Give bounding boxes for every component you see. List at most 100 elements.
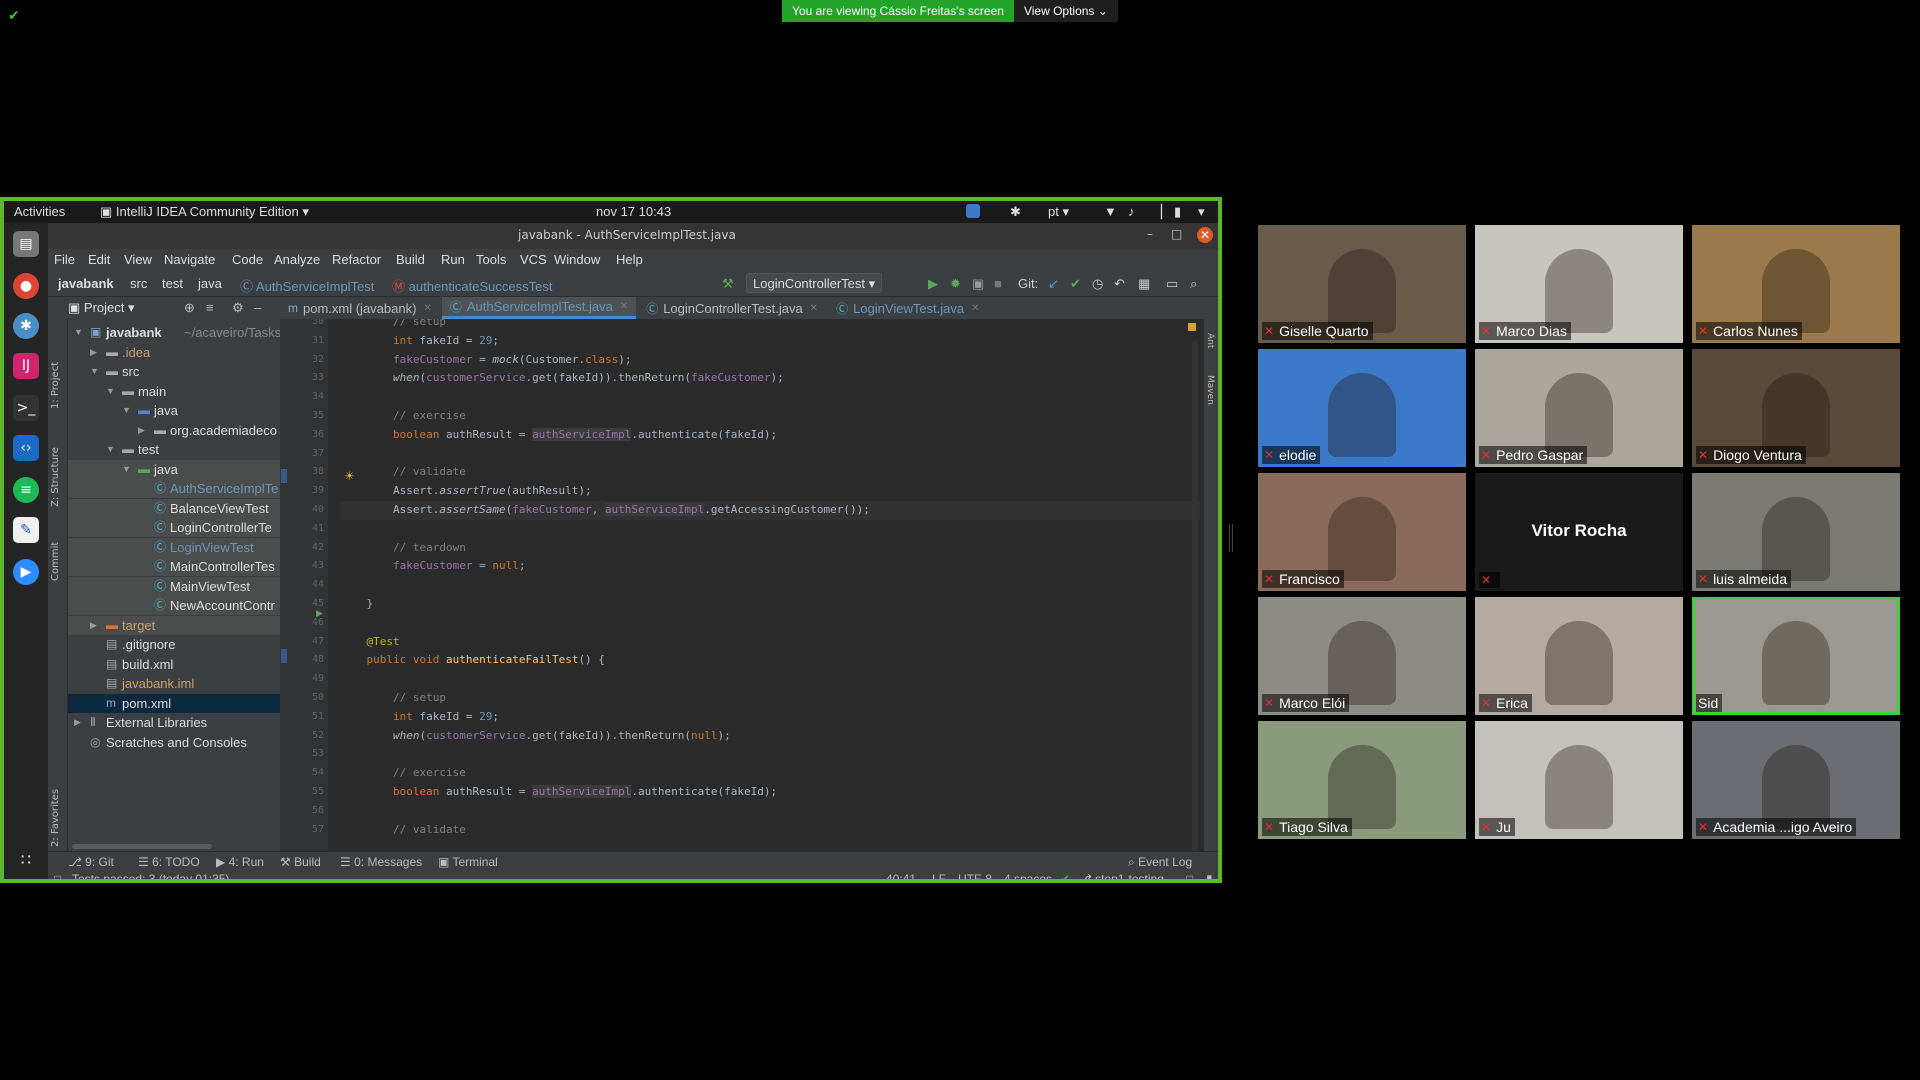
tab-close-icon[interactable]: ✕ [620,301,628,312]
tool-structure[interactable]: Z: Structure [50,447,61,507]
close-icon[interactable]: ✕ [1197,227,1213,243]
collapse-arrow-icon[interactable]: ▶ [90,343,97,362]
minimize-icon[interactable]: – [1147,227,1153,241]
tool-commit[interactable]: Commit [50,542,61,581]
notes-icon[interactable]: ✎ [13,517,39,543]
terminal-icon[interactable]: >_ [13,395,39,421]
tree-item[interactable]: ▼ ▣ javabank ~/acaveiro/Tasks/j [68,323,280,342]
hide-icon[interactable]: – [254,300,261,315]
tree-item[interactable]: ▼ ▬ java [68,459,280,479]
tree-item[interactable]: Ⓒ AuthServiceImplTe [68,479,280,498]
editor-tab[interactable]: Ⓒ LoginControllerTest.java ✕ [638,297,826,319]
search-icon[interactable]: ⌕ [1190,276,1197,292]
collapse-arrow-icon[interactable]: ▶ [90,616,97,635]
participant-tile[interactable]: ✕ Tiago Silva [1258,721,1466,839]
vscode-icon[interactable]: ‹› [13,435,39,461]
language-indicator[interactable]: pt ▾ [1048,204,1069,220]
tree-scrollbar[interactable] [72,844,212,849]
menu-run[interactable]: Run [441,252,465,267]
run-test-gutter-icon[interactable]: ▶ [316,609,323,619]
participant-tile[interactable]: ✕ Erica [1475,597,1683,715]
participant-tile[interactable]: ✕ Carlos Nunes [1692,225,1900,343]
tree-item[interactable]: ▶ ▬ .idea [68,343,280,362]
participant-tile[interactable]: ✕ elodie [1258,349,1466,467]
menu-navigate[interactable]: Navigate [164,252,215,267]
git-commit-icon[interactable]: ✔ [1070,276,1081,292]
tree-item[interactable]: Ⓒ NewAccountContr [68,596,280,615]
tool-maven[interactable]: Maven [1205,375,1215,405]
expand-arrow-icon[interactable]: ▼ [106,440,115,459]
tab-close-icon[interactable]: ✕ [971,303,979,314]
activities-button[interactable]: Activities [14,204,65,219]
slack-icon[interactable]: ✱ [13,313,39,339]
expand-arrow-icon[interactable]: ▼ [122,401,131,420]
chrome-icon[interactable]: ● [13,273,39,299]
collapse-arrow-icon[interactable]: ▶ [74,713,81,732]
tree-item[interactable]: Ⓒ MainControllerTes [68,557,280,576]
app-menu[interactable]: ▣ IntelliJ IDEA Community Edition ▾ [100,204,309,220]
settings-icon[interactable]: ⚙ [232,300,244,316]
tree-item[interactable]: ◎ Scratches and Consoles [68,733,280,752]
git-update-icon[interactable]: ↙ [1048,276,1059,292]
editor-scrollbar[interactable] [1192,341,1198,851]
menu-help[interactable]: Help [616,252,643,267]
battery-icon[interactable]: ▮ [1174,204,1181,220]
tool-build[interactable]: ⚒ Build [280,855,321,869]
expand-arrow-icon[interactable]: ▼ [106,382,115,401]
event-log[interactable]: ⌕ Event Log [1128,855,1192,870]
git-rollback-icon[interactable]: ↶ [1114,276,1125,292]
menu-analyze[interactable]: Analyze [274,252,320,267]
tree-item[interactable]: Ⓒ BalanceViewTest [68,498,280,518]
menu-build[interactable]: Build [396,252,425,267]
file-encoding[interactable]: UTF-8 [958,872,992,879]
system-menu-icon[interactable]: ▾ [1198,204,1205,220]
tree-item[interactable]: ▤ build.xml [68,655,280,674]
participant-tile[interactable]: ✕ Francisco [1258,473,1466,591]
collapse-icon[interactable]: ≡ [206,300,214,315]
view-options-button[interactable]: View Options ⌄ [1013,0,1118,22]
tool-todo[interactable]: ☰ 6: TODO [138,855,200,869]
editor-tab[interactable]: m pom.xml (javabank) ✕ [280,297,440,319]
participant-tile[interactable]: ✕ Marco Dias [1475,225,1683,343]
tree-item[interactable]: ▶ Ⅱ External Libraries [68,713,280,732]
tree-item[interactable]: ▼ ▬ test [68,440,280,459]
participant-tile[interactable]: Vitor Rocha ✕ [1475,473,1683,591]
tree-item[interactable]: ▤ javabank.iml [68,674,280,693]
menu-refactor[interactable]: Refactor [332,252,381,267]
tab-close-icon[interactable]: ✕ [810,303,818,314]
breadcrumb-java[interactable]: java [198,276,222,291]
tool-ant[interactable]: Ant [1205,333,1215,348]
breadcrumb-method[interactable]: Ⓜ authenticateSuccessTest [392,276,552,295]
tool-favorites[interactable]: 2: Favorites [50,789,61,847]
menu-file[interactable]: File [54,252,75,267]
menu-tools[interactable]: Tools [476,252,506,267]
git-history-icon[interactable]: ◷ [1092,276,1103,292]
tool-project[interactable]: 1: Project [50,362,61,409]
status-message[interactable]: Tests passed: 3 (today 01:35) [72,872,229,879]
microphone-icon[interactable]: ▕ [1152,204,1162,220]
tab-close-icon[interactable]: ✕ [423,303,431,314]
breadcrumb-project[interactable]: javabank [58,276,114,291]
files-icon[interactable]: ▤ [13,231,39,257]
lock-icon[interactable]: □ [1186,872,1193,879]
tree-item[interactable]: ▤ .gitignore [68,635,280,654]
tree-item[interactable]: ▼ ▬ java [68,401,280,420]
menu-view[interactable]: View [124,252,152,267]
editor-tab[interactable]: Ⓒ LoginViewTest.java ✕ [828,297,987,319]
spotify-icon[interactable]: ≡ [13,477,39,503]
participant-tile[interactable]: ✕ Ju [1475,721,1683,839]
indent-setting[interactable]: 4 spaces [1004,872,1052,879]
locate-icon[interactable]: ⊕ [184,300,195,316]
participant-tile[interactable]: ✕ Pedro Gaspar [1475,349,1683,467]
tree-item[interactable]: Ⓒ LoginViewTest [68,537,280,557]
editor-tab[interactable]: Ⓒ AuthServiceImplTest.java ✕ [441,297,637,319]
status-window-icon[interactable]: □ [54,872,61,879]
tool-messages[interactable]: ☰ 0: Messages [340,855,422,869]
breadcrumb-src[interactable]: src [130,276,147,291]
tree-item[interactable]: ▶ ▬ org.academiadeco [68,421,280,440]
lightbulb-icon[interactable]: ☀ [344,469,355,483]
panel-splitter[interactable] [1229,524,1233,552]
volume-icon[interactable]: ♪ [1128,204,1135,219]
tree-item[interactable]: m pom.xml [68,693,280,713]
run-config-select[interactable]: LoginControllerTest ▾ [746,273,883,293]
